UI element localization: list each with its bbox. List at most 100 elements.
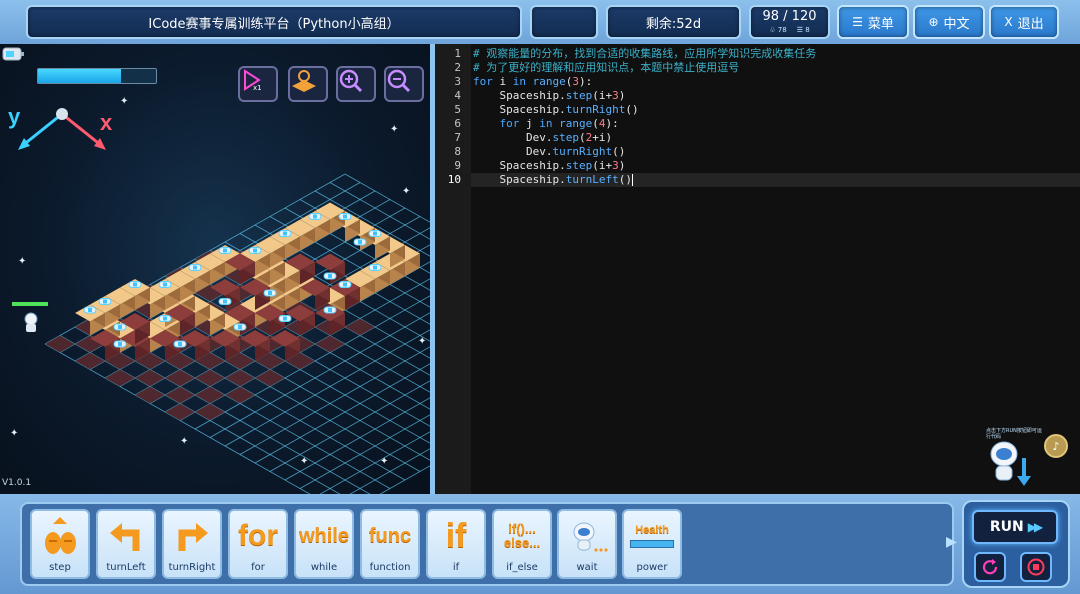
floor-tile — [135, 369, 165, 387]
block-label: step — [49, 562, 71, 573]
block-if-else[interactable]: if()... else... if_else — [492, 509, 552, 579]
block-label: for — [251, 562, 265, 573]
assistant-helper[interactable]: 点击下方RUN按钮即可运行代码 ♪ — [986, 428, 1068, 490]
block-label: turnRight — [168, 562, 216, 573]
energy-core — [178, 342, 182, 346]
floor-tile — [225, 369, 255, 387]
code-line[interactable]: 6 for j in range(4): — [454, 117, 1080, 131]
stat-b: ☰ 8 — [796, 26, 810, 34]
expand-arrow-icon[interactable]: ▶ — [946, 534, 957, 550]
block-function[interactable]: func function — [360, 509, 420, 579]
reset-button[interactable] — [974, 552, 1006, 582]
for-icon: for — [230, 511, 286, 561]
globe-icon: ⊕ — [928, 15, 939, 29]
code-text: Dev.turnRight() — [473, 145, 626, 158]
floor-tile — [165, 403, 195, 421]
block-turnright[interactable]: turnRight — [162, 509, 222, 579]
block-turnleft[interactable]: turnLeft — [96, 509, 156, 579]
zoom-out-button[interactable] — [384, 66, 424, 102]
speed-button[interactable]: x1 — [238, 66, 278, 102]
code-line[interactable]: 1 # 观察能量的分布，找到合适的收集路线，应用所学知识完成收集任务 — [454, 47, 1080, 61]
for-icon-glyph: for — [238, 519, 278, 552]
if-icon: if — [428, 511, 484, 561]
floor-tile — [195, 386, 225, 404]
code-text: Spaceship.turnLeft() — [473, 173, 632, 186]
language-button[interactable]: ⊕ 中文 — [913, 5, 985, 39]
svg-text:x1: x1 — [253, 84, 262, 92]
wait-icon — [559, 511, 615, 561]
block-power[interactable]: Health power — [622, 509, 682, 579]
stop-icon — [1027, 558, 1045, 576]
stop-button[interactable] — [1020, 552, 1052, 582]
run-button[interactable]: RUN ▶▶ — [972, 510, 1058, 544]
language-label: 中文 — [943, 16, 970, 32]
floor-tile — [195, 369, 225, 387]
map-button[interactable] — [288, 66, 328, 102]
code-text: Spaceship.turnRight() — [473, 103, 639, 116]
code-line[interactable]: 3 for i in range(3): — [454, 75, 1080, 89]
code-editor[interactable]: 1 # 观察能量的分布，找到合适的收集路线，应用所学知识完成收集任务 2 # 为了更好… — [435, 44, 1080, 494]
star: ✦ — [402, 186, 410, 197]
star: ✦ — [418, 336, 426, 347]
page-title-text: ICode赛事专属训练平台（Python小高组） — [148, 16, 400, 32]
star: ✦ — [120, 96, 128, 107]
code-line[interactable]: 7 Dev.step(2+i) — [454, 131, 1080, 145]
line-number: 10 — [447, 173, 461, 186]
play-speed-icon: x1 — [244, 69, 262, 92]
blank-panel — [530, 5, 598, 39]
block-for[interactable]: for for — [228, 509, 288, 579]
energy-core — [163, 316, 167, 321]
line-number: 7 — [454, 131, 461, 144]
exit-label: 退出 — [1017, 16, 1044, 32]
zoom-in-button[interactable] — [336, 66, 376, 102]
menu-icon: ☰ — [852, 15, 863, 29]
game-viewport[interactable]: ✦✦✦✦✦✦✦✦✦✦yx x1 V1.0.1 — [0, 44, 430, 494]
score-panel: 98 / 120 ♧ 78 ☰ 8 — [749, 5, 830, 39]
line-number: 4 — [454, 89, 461, 102]
energy-core — [253, 248, 257, 253]
star: ✦ — [18, 256, 26, 267]
if-icon-glyph: if — [445, 516, 467, 555]
map-icon — [292, 70, 316, 92]
block-wait[interactable]: wait — [557, 509, 617, 579]
energy-fill — [38, 69, 121, 83]
code-line[interactable]: 8 Dev.turnRight() — [454, 145, 1080, 159]
energy-core — [328, 308, 332, 312]
text-caret — [631, 174, 633, 186]
robot-body — [26, 324, 36, 332]
code-line[interactable]: 4 Spaceship.step(i+3) — [454, 89, 1080, 103]
floor-tile — [255, 369, 285, 387]
block-step[interactable]: step — [30, 509, 90, 579]
if-else-glyph-2: else... — [503, 535, 541, 550]
energy-core — [103, 299, 107, 304]
menu-button[interactable]: ☰ 菜单 — [837, 5, 909, 39]
code-line[interactable]: 2 # 为了更好的理解和应用知识点，本题中禁止使用逗号 — [454, 61, 1080, 75]
energy-core — [373, 265, 377, 270]
energy-core — [343, 282, 347, 287]
energy-core — [343, 214, 347, 219]
bell-icon[interactable]: ♪ — [1044, 434, 1068, 458]
code-line[interactable]: 5 Spaceship.turnRight() — [454, 103, 1080, 117]
turn-left-icon — [98, 511, 154, 561]
code-blocks-panel: step turnLeft turnRight for for while while fun… — [20, 502, 954, 586]
energy-core — [163, 282, 167, 287]
energy-core — [373, 231, 377, 236]
star: ✦ — [390, 124, 398, 135]
energy-core — [118, 342, 122, 346]
floor-tile — [165, 386, 195, 404]
code-area[interactable]: 1 # 观察能量的分布，找到合适的收集路线，应用所学知识完成收集任务 2 # 为了更好… — [448, 44, 1080, 494]
line-number: 5 — [454, 103, 461, 116]
block-if[interactable]: if if — [426, 509, 486, 579]
energy-core — [223, 248, 227, 253]
code-text: for j in range(4): — [499, 117, 619, 130]
line-number: 8 — [454, 145, 461, 158]
exit-button[interactable]: X 退出 — [989, 5, 1059, 39]
block-while[interactable]: while while — [294, 509, 354, 579]
code-line[interactable]: 9 Spaceship.step(i+3) — [454, 159, 1080, 173]
energy-core — [193, 265, 197, 270]
run-label: RUN — [989, 519, 1024, 535]
floor-tile — [165, 369, 195, 387]
energy-core — [133, 282, 137, 287]
y-axis-label: y — [8, 104, 21, 129]
code-line[interactable]: 10 Spaceship.turnLeft() — [448, 173, 1080, 187]
